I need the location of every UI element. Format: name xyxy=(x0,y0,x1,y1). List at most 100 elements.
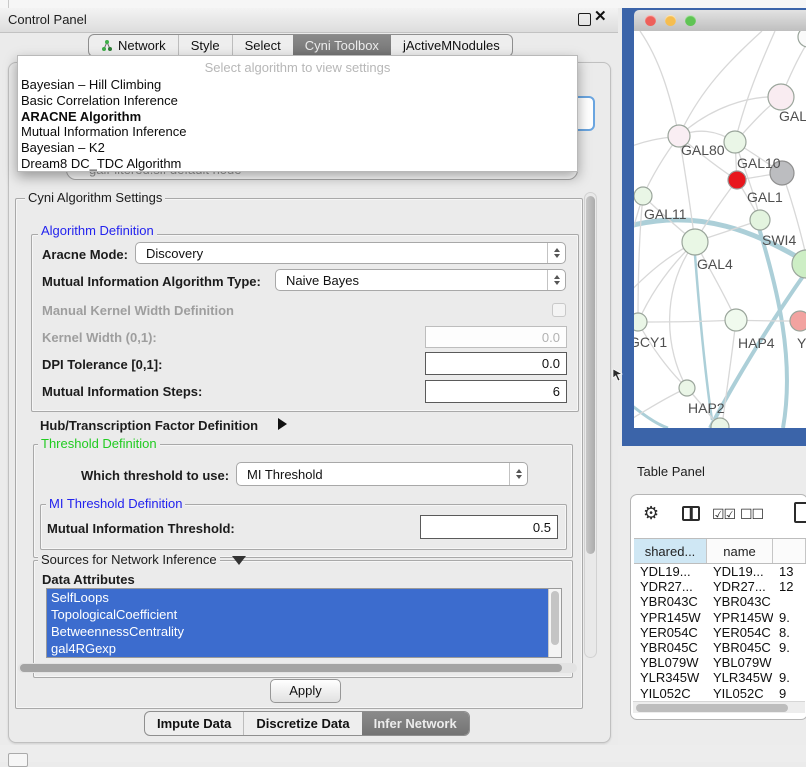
attributes-scrollbar[interactable] xyxy=(548,589,561,657)
network-canvas[interactable]: GALGAL80GAL10GAL1GAL11SWI4GAL4GCY1HAP4YH… xyxy=(634,31,806,428)
attribute-item[interactable]: SelfLoops xyxy=(47,589,548,606)
algorithm-option[interactable]: Bayesian – Hill Climbing xyxy=(18,77,577,93)
table-row[interactable]: YIL052CYIL052C9 xyxy=(634,686,806,701)
table-row[interactable]: YER054CYER054C8. xyxy=(634,625,806,640)
table-cell: YIL052C xyxy=(634,686,707,701)
combo-arrows-icon xyxy=(547,270,565,290)
tab-select[interactable]: Select xyxy=(232,35,293,56)
network-edge[interactable] xyxy=(638,196,643,322)
network-node-label: HAP4 xyxy=(738,335,775,351)
tab-network[interactable]: Network xyxy=(89,35,178,56)
table-cell: YLR345W xyxy=(634,670,707,685)
network-edge[interactable] xyxy=(758,225,787,428)
select-all-icon[interactable]: ☑☑ xyxy=(712,506,735,523)
tab-style[interactable]: Style xyxy=(178,35,232,56)
network-node-label: GAL1 xyxy=(747,189,783,205)
column-header[interactable] xyxy=(773,539,806,563)
tab-label: Select xyxy=(245,38,281,53)
table-row[interactable]: YBR045CYBR045C9. xyxy=(634,640,806,655)
mi-algorithm-type-combo[interactable]: Naive Bayes xyxy=(275,269,566,291)
table-cell: YLR345W xyxy=(707,670,773,685)
network-node[interactable] xyxy=(728,171,746,189)
kernel-width-label: Kernel Width (0,1): xyxy=(42,330,157,345)
network-edge[interactable] xyxy=(634,388,687,424)
deselect-all-icon[interactable]: ☐☐ xyxy=(740,506,763,523)
float-window-icon[interactable] xyxy=(578,13,591,26)
mac-zoom-icon[interactable] xyxy=(685,15,696,26)
network-edge[interactable] xyxy=(679,31,762,136)
network-edge[interactable] xyxy=(735,31,775,142)
network-node[interactable] xyxy=(682,229,708,255)
table-row[interactable]: YBL079WYBL079W xyxy=(634,655,806,670)
aracne-mode-combo[interactable]: Discovery xyxy=(135,242,566,264)
manual-kernel-width-checkbox[interactable] xyxy=(552,303,566,317)
split-columns-icon[interactable] xyxy=(682,506,700,521)
algorithm-option[interactable]: Basic Correlation Inference xyxy=(18,93,577,109)
network-edge[interactable] xyxy=(640,31,679,136)
network-node[interactable] xyxy=(724,131,746,153)
table-cell xyxy=(773,655,806,670)
network-edge[interactable] xyxy=(679,97,781,136)
expand-arrow-icon[interactable] xyxy=(278,418,287,430)
network-node[interactable] xyxy=(750,210,770,230)
table-body: YDL19...YDL19...13YDR27...YDR27...12YBR0… xyxy=(634,564,806,701)
tab-infer-network[interactable]: Infer Network xyxy=(362,712,469,735)
network-node[interactable] xyxy=(679,380,695,396)
network-edge[interactable] xyxy=(670,242,695,388)
attribute-item[interactable]: BetweennessCentrality xyxy=(47,623,548,640)
network-edge[interactable] xyxy=(695,255,712,420)
close-icon[interactable]: ✕ xyxy=(594,9,608,25)
table-panel-title: Table Panel xyxy=(637,464,705,479)
document-icon[interactable] xyxy=(794,502,806,523)
table-cell: YBR045C xyxy=(634,640,707,655)
control-panel-titlebar: Control Panel xyxy=(0,8,618,33)
table-header-row: shared...name xyxy=(634,538,806,564)
mac-close-icon[interactable] xyxy=(645,15,656,26)
column-header[interactable]: shared... xyxy=(634,539,707,563)
tab-label: Network xyxy=(118,38,166,53)
attribute-item[interactable]: TopologicalCoefficient xyxy=(47,606,548,623)
table-row[interactable]: YDR27...YDR27...12 xyxy=(634,579,806,594)
network-node[interactable] xyxy=(725,309,747,331)
algorithm-option[interactable]: ARACNE Algorithm xyxy=(18,109,577,125)
table-row[interactable]: YLR345WYLR345W9. xyxy=(634,670,806,685)
tab-discretize-data[interactable]: Discretize Data xyxy=(243,712,361,735)
algorithm-option[interactable]: Dream8 DC_TDC Algorithm xyxy=(18,156,577,172)
algorithm-option[interactable]: Bayesian – K2 xyxy=(18,140,577,156)
tab-impute-data[interactable]: Impute Data xyxy=(145,712,243,735)
table-cell: 12 xyxy=(773,579,806,594)
table-cell: YER054C xyxy=(707,625,773,640)
network-node[interactable] xyxy=(798,31,806,47)
apply-button[interactable]: Apply xyxy=(270,679,341,703)
dpi-tolerance-field[interactable]: 0.0 xyxy=(425,352,567,375)
mac-minimize-icon[interactable] xyxy=(665,15,676,26)
attribute-item[interactable]: gal4RGexp xyxy=(47,640,548,657)
mi-threshold-field[interactable]: 0.5 xyxy=(420,515,558,539)
table-row[interactable]: YBR043CYBR043C xyxy=(634,594,806,609)
kernel-width-field[interactable]: 0.0 xyxy=(425,326,567,348)
column-header[interactable]: name xyxy=(707,539,773,563)
table-cell: YER054C xyxy=(634,625,707,640)
network-node[interactable] xyxy=(634,187,652,205)
network-edge[interactable] xyxy=(638,320,736,322)
algorithm-option[interactable]: Mutual Information Inference xyxy=(18,124,577,140)
network-node[interactable] xyxy=(768,84,794,110)
network-node[interactable] xyxy=(790,311,806,331)
network-edge[interactable] xyxy=(638,322,687,388)
network-window-titlebar[interactable] xyxy=(634,10,806,32)
table-row[interactable]: YPR145WYPR145W9. xyxy=(634,610,806,625)
settings-vertical-scrollbar[interactable] xyxy=(584,192,597,658)
table-horizontal-scrollbar[interactable] xyxy=(633,701,805,713)
which-threshold-combo[interactable]: MI Threshold xyxy=(236,462,528,486)
network-edge[interactable] xyxy=(634,398,668,428)
tab-jactivemnodules[interactable]: jActiveMNodules xyxy=(391,35,512,56)
minimized-panel-icon[interactable] xyxy=(8,753,28,767)
tab-cyni-toolbox[interactable]: Cyni Toolbox xyxy=(293,35,391,56)
settings-gear-icon[interactable]: ⚙ xyxy=(643,503,659,524)
table-row[interactable]: YDL19...YDL19...13 xyxy=(634,564,806,579)
manual-kernel-width-label: Manual Kernel Width Definition xyxy=(42,303,234,318)
network-node[interactable] xyxy=(634,313,647,331)
settings-horizontal-scrollbar[interactable] xyxy=(18,663,577,673)
mi-steps-field[interactable]: 6 xyxy=(425,380,567,403)
collapse-arrow-icon[interactable] xyxy=(232,556,246,565)
